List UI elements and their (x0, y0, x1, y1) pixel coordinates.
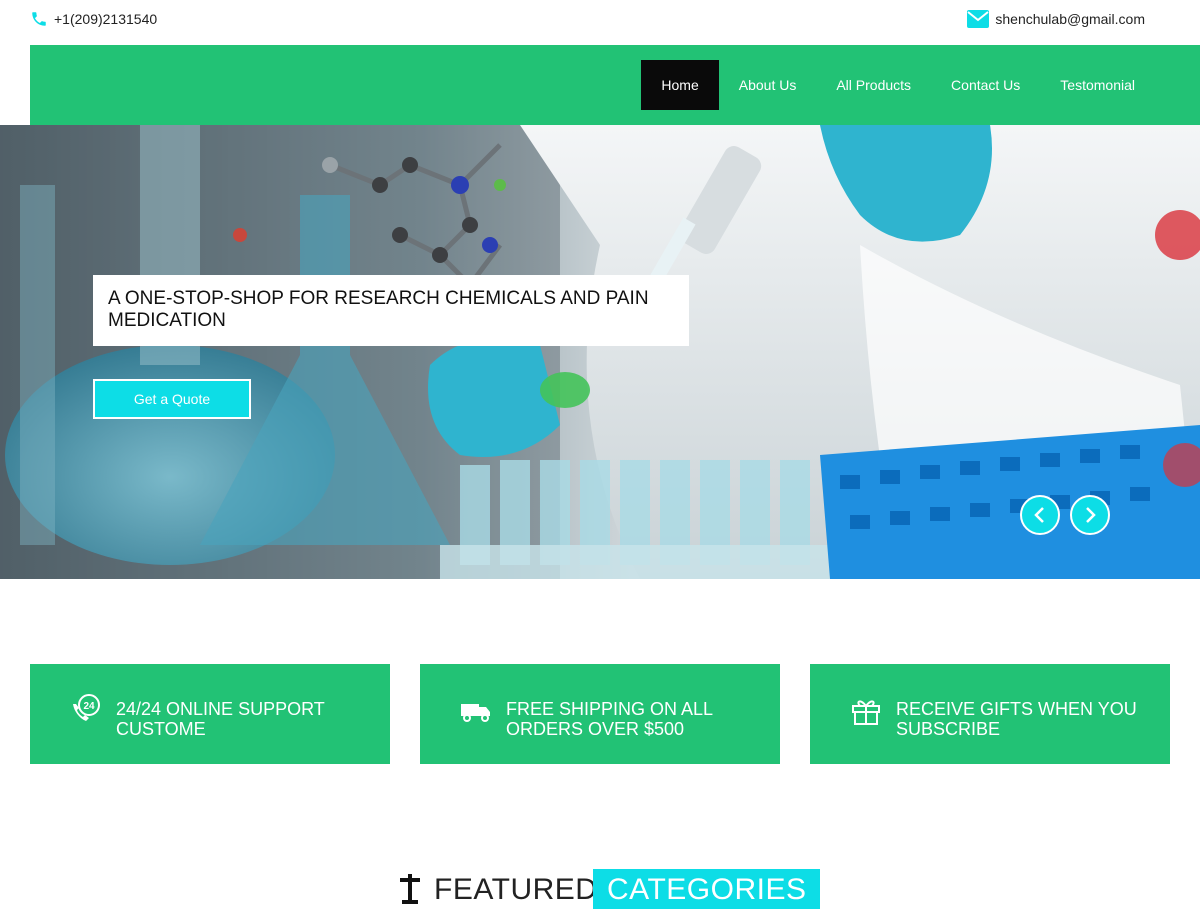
envelope-icon (967, 10, 990, 28)
nav-home[interactable]: Home (641, 60, 719, 110)
svg-text:24: 24 (83, 701, 95, 712)
hero-title: A ONE-STOP-SHOP FOR RESEARCH CHEMICALS A… (93, 275, 689, 346)
chevron-right-icon (1086, 507, 1096, 523)
gift-icon (852, 700, 880, 725)
phone-icon (32, 12, 46, 26)
main-navbar: Home About Us All Products Contact Us Te… (30, 45, 1200, 125)
featured-word: FEATURED (434, 873, 598, 906)
email-address: shenchulab@gmail.com (995, 11, 1145, 27)
phone-number: +1(209)2131540 (54, 11, 158, 27)
categories-word: CATEGORIES (593, 869, 821, 909)
nav-testimonial[interactable]: Testomonial (1040, 60, 1155, 110)
phone-24-icon: 24 (73, 694, 100, 721)
email-contact[interactable]: shenchulab@gmail.com (967, 10, 1145, 28)
feature-text: FREE SHIPPING ON ALL ORDERS OVER $500 (506, 699, 713, 739)
feature-free-shipping: FREE SHIPPING ON ALL ORDERS OVER $500 (420, 664, 780, 764)
main-nav: Home About Us All Products Contact Us Te… (641, 60, 1155, 110)
slider-prev-button[interactable] (1020, 495, 1060, 535)
top-contact-bar: +1(209)2131540 shenchulab@gmail.com (0, 0, 1200, 45)
feature-text: 24/24 ONLINE SUPPORT CUSTOME (116, 699, 325, 739)
feature-gifts: RECEIVE GIFTS WHEN YOU SUBSCRIBE (810, 664, 1170, 764)
slider-next-button[interactable] (1070, 495, 1110, 535)
feature-text: RECEIVE GIFTS WHEN YOU SUBSCRIBE (896, 699, 1137, 739)
nav-contact-us[interactable]: Contact Us (931, 60, 1040, 110)
truck-icon (461, 704, 490, 722)
phone-contact[interactable]: +1(209)2131540 (30, 10, 157, 28)
nav-all-products[interactable]: All Products (816, 60, 931, 110)
feature-online-support: 24 24/24 ONLINE SUPPORT CUSTOME (30, 664, 390, 764)
nav-about-us[interactable]: About Us (719, 60, 817, 110)
chevron-left-icon (1034, 507, 1044, 523)
featured-categories-heading: FEATURED CATEGORIES (0, 869, 1200, 909)
get-a-quote-button[interactable]: Get a Quote (93, 379, 251, 419)
hero-slider: A ONE-STOP-SHOP FOR RESEARCH CHEMICALS A… (0, 125, 1200, 579)
